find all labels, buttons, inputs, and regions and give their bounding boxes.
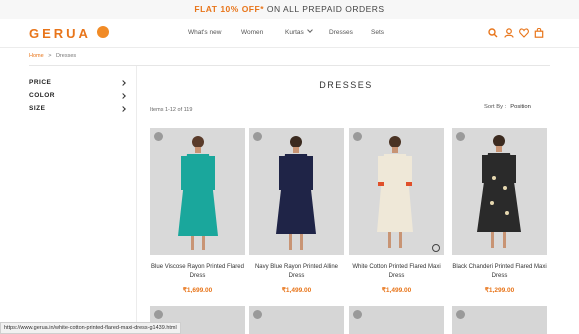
sidebar-divider (136, 66, 137, 334)
breadcrumb-current: Dresses (55, 53, 77, 59)
nav-item-kurtas-label: Kurtas (285, 29, 304, 36)
chevron-down-icon (306, 27, 313, 33)
nav-item-whats-new[interactable]: What's new (188, 29, 221, 36)
divider (29, 65, 550, 66)
model-photo (178, 136, 218, 250)
model-photo (377, 136, 413, 248)
model-photo (477, 135, 521, 248)
filter-label: PRICE (29, 79, 52, 86)
breadcrumb: Home > Dresses (29, 53, 76, 59)
breadcrumb-home[interactable]: Home (29, 53, 44, 59)
product-name[interactable]: Navy Blue Rayon Printed Alline Dress (249, 263, 344, 281)
nav-item-kurtas[interactable]: Kurtas (285, 27, 313, 36)
product-image[interactable] (249, 128, 344, 255)
product-name[interactable]: Blue Viscose Rayon Printed Flared Dress (150, 263, 245, 281)
nav-item-dresses[interactable]: Dresses (329, 29, 353, 36)
sort-by[interactable]: Sort By : Position (484, 104, 531, 110)
sort-value[interactable]: Position (510, 104, 531, 110)
product-price: ₹1,299.00 (484, 287, 515, 294)
filter-label: SIZE (29, 105, 46, 112)
user-icon[interactable] (504, 28, 514, 38)
wishlist-icon[interactable] (353, 310, 362, 319)
product-card[interactable] (249, 306, 344, 334)
wishlist-icon[interactable] (353, 132, 362, 141)
status-url: https://www.gerua.in/white-cotton-printe… (0, 322, 181, 334)
product-price: ₹1,499.00 (381, 287, 412, 294)
wishlist-icon[interactable] (456, 310, 465, 319)
filter-size[interactable]: SIZE (29, 105, 129, 118)
bag-icon[interactable] (534, 28, 544, 38)
product-card[interactable] (349, 306, 444, 334)
product-card[interactable] (452, 306, 547, 334)
chevron-right-icon (120, 80, 126, 86)
nav-item-sets[interactable]: Sets (371, 29, 384, 36)
logo-sun-icon (97, 26, 109, 38)
wishlist-icon[interactable] (154, 310, 163, 319)
model-photo (276, 136, 316, 250)
logo[interactable]: GERUA (29, 26, 91, 41)
product-image[interactable] (150, 128, 245, 255)
product-price: ₹1,499.00 (281, 287, 312, 294)
zoom-icon[interactable] (432, 244, 440, 252)
wishlist-icon[interactable] (253, 310, 262, 319)
sort-label: Sort By : (484, 104, 507, 110)
filter-label: COLOR (29, 92, 55, 99)
product-card[interactable]: Blue Viscose Rayon Printed Flared Dress … (150, 128, 245, 294)
promo-text: ON ALL PREPAID ORDERS (266, 4, 385, 14)
filter-color[interactable]: COLOR (29, 92, 129, 105)
product-card[interactable]: Black Chanderi Printed Flared Maxi Dress… (452, 128, 547, 294)
product-price: ₹1,699.00 (182, 287, 213, 294)
promo-banner: FLAT 10% OFF* ON ALL PREPAID ORDERS (0, 0, 579, 19)
page-title: DRESSES (319, 80, 373, 90)
product-name[interactable]: White Cotton Printed Flared Maxi Dress (349, 263, 444, 281)
item-count: Items 1-12 of 119 (150, 107, 193, 113)
product-name[interactable]: Black Chanderi Printed Flared Maxi Dress (452, 263, 547, 281)
filter-price[interactable]: PRICE (29, 79, 129, 92)
wishlist-icon[interactable] (519, 28, 529, 38)
breadcrumb-separator: > (48, 53, 52, 59)
chevron-right-icon (120, 106, 126, 112)
product-card[interactable]: Navy Blue Rayon Printed Alline Dress ₹1,… (249, 128, 344, 294)
wishlist-icon[interactable] (253, 132, 262, 141)
product-card[interactable]: White Cotton Printed Flared Maxi Dress ₹… (349, 128, 444, 294)
product-image[interactable] (452, 128, 547, 255)
product-image[interactable] (349, 128, 444, 255)
site-header: GERUA What's new Women Kurtas Dresses Se… (0, 19, 579, 48)
promo-highlight: FLAT 10% OFF* (194, 4, 264, 14)
search-icon[interactable] (488, 28, 498, 38)
filter-sidebar: PRICE COLOR SIZE (29, 79, 129, 118)
nav-item-women[interactable]: Women (241, 29, 263, 36)
wishlist-icon[interactable] (154, 132, 163, 141)
chevron-right-icon (120, 93, 126, 99)
wishlist-icon[interactable] (456, 132, 465, 141)
